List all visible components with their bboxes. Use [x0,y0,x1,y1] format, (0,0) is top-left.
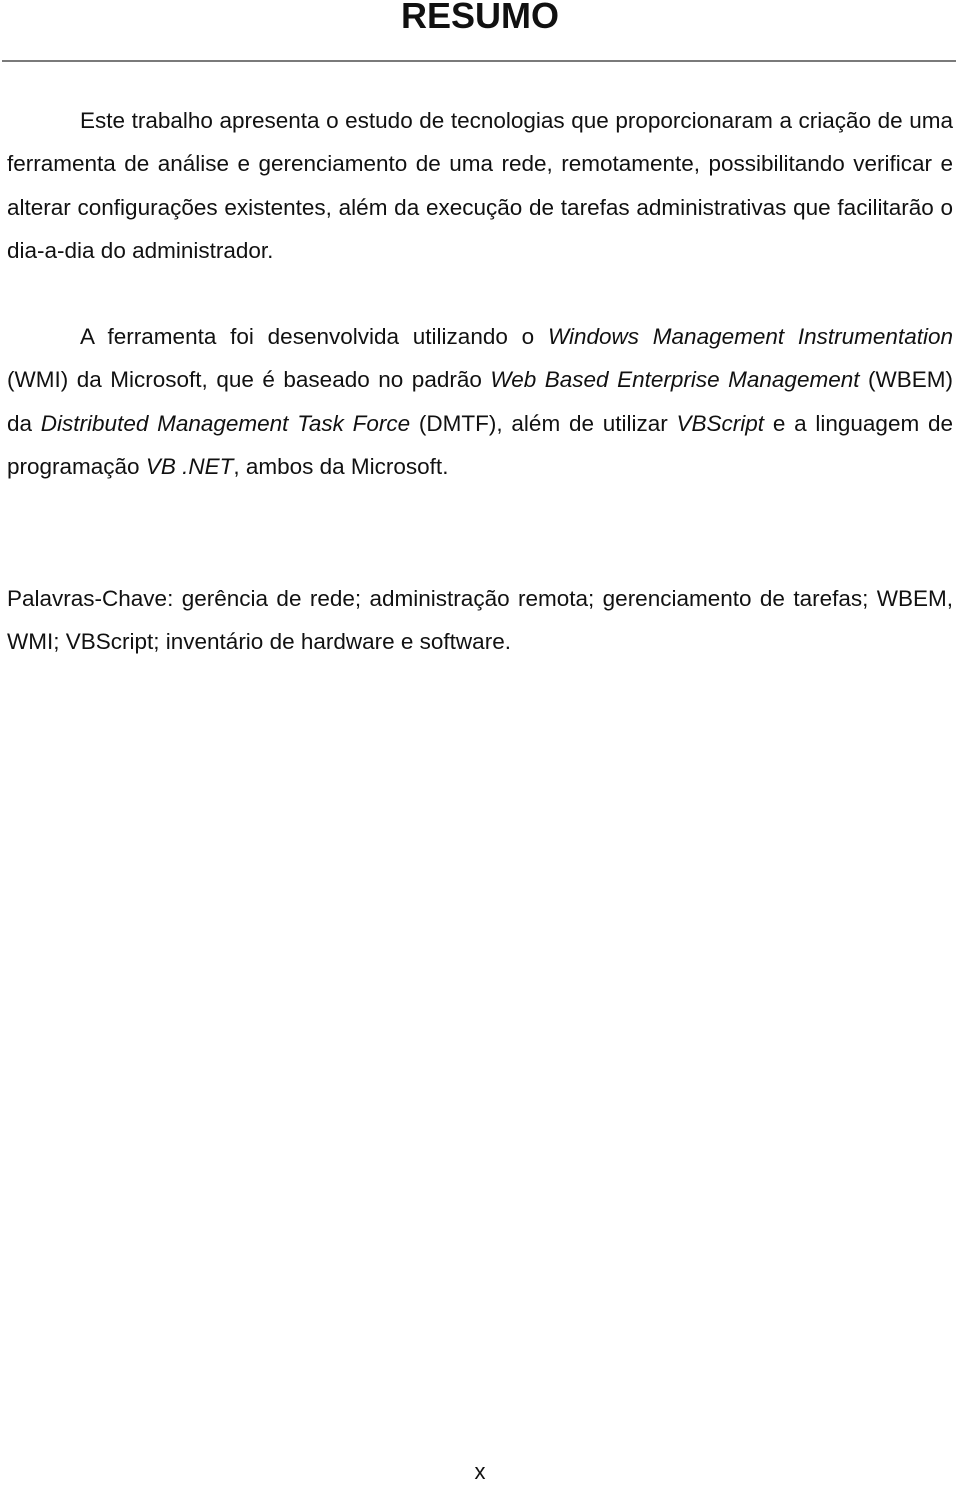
paragraph-segment: , ambos da Microsoft. [233,454,449,480]
term-vbnet: VB .NET [145,454,234,480]
term-vbscript: VBScript [676,410,765,436]
keywords-paragraph: Palavras-Chave: gerência de rede; admini… [7,577,953,664]
abstract-paragraph-1: Este trabalho apresenta o estudo de tecn… [7,108,953,264]
page-number: x [474,1459,486,1484]
keywords-label: Palavras-Chave: [7,586,174,611]
abstract-paragraph-2: A ferramenta foi desenvolvida utilizando… [7,315,953,489]
term-dmtf: Distributed Management Task Force [40,410,411,436]
term-wmi: Windows Management Instrumentation [547,324,953,349]
paragraph-segment: (DMTF), além de utilizar [410,410,677,436]
page-title: RESUMO [400,0,559,36]
paragraph-segment: (WMI) da Microsoft, que é baseado no pad… [7,367,491,393]
term-wbem: Web Based Enterprise Management [490,367,860,393]
paragraph-segment: A ferramenta foi desenvolvida utilizando… [80,324,548,349]
title-divider [2,60,956,62]
